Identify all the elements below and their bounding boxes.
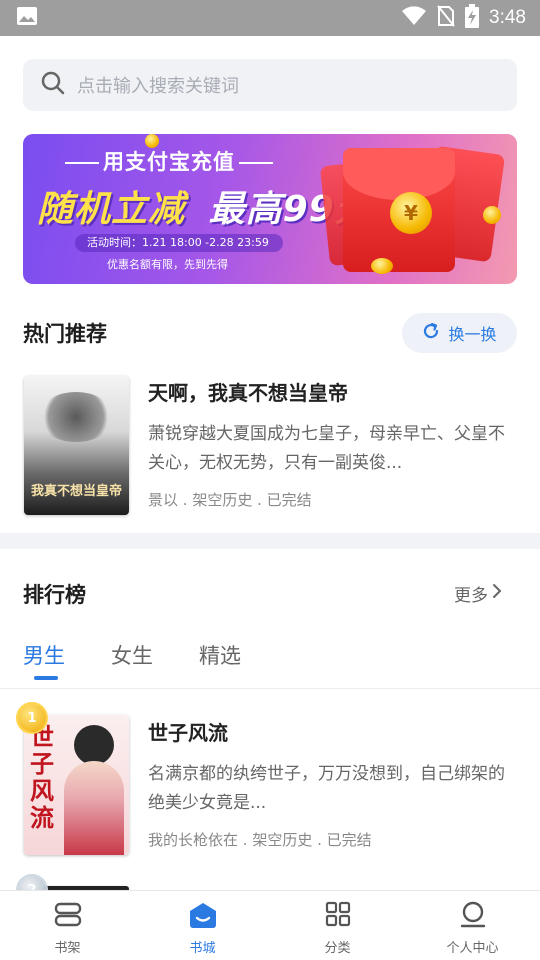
nav-bookshelf[interactable]: 书架	[0, 891, 135, 960]
banner-title-row: 用支付宝充值	[61, 146, 277, 176]
small-coin-icon	[145, 134, 159, 148]
rank-1-book-cover-title: 世子风流	[30, 722, 54, 832]
no-sim-icon	[437, 5, 455, 31]
small-coin-icon	[371, 258, 393, 274]
section-divider	[0, 533, 540, 549]
ranking-section-title: 排行榜	[23, 583, 86, 607]
hot-book-category: 架空历史	[192, 491, 253, 509]
ranking-tabs: 男生 女生 精选	[23, 640, 241, 670]
rank-1-book-meta: 我的长枪依在 . 架空历史 . 已完结	[148, 831, 372, 849]
status-bar: 3:48	[0, 0, 540, 36]
rank-1-book-desc: 名满京都的纨绔世子，万万没想到，自己绑架的绝美少女竟是...	[148, 764, 505, 813]
hot-book-title[interactable]: 天啊，我真不想当皇帝	[148, 377, 348, 406]
hot-book-cover-title: 我真不想当皇帝	[30, 484, 122, 499]
swap-button[interactable]: 换一换	[402, 313, 517, 353]
rank-1-book-title[interactable]: 世子风流	[148, 717, 228, 746]
coin-icon: ¥	[390, 192, 432, 234]
bookshelf-icon	[53, 901, 83, 933]
chevron-right-icon	[492, 583, 502, 604]
hot-book-status: 已完结	[266, 491, 312, 509]
hot-book-meta: 景以 . 架空历史 . 已完结	[148, 491, 312, 509]
nav-bookshelf-label: 书架	[54, 941, 81, 956]
rank-1-book-author: 我的长枪依在	[148, 831, 239, 849]
tab-male[interactable]: 男生	[23, 640, 65, 670]
nav-bookstore[interactable]: 书城	[135, 891, 270, 960]
banner-note: 优惠名额有限，先到先得	[107, 258, 228, 271]
hot-book-desc: 萧锐穿越大夏国成为七皇子，母亲早亡、父皇不关心，无权无势，只有一副英俊...	[148, 424, 505, 473]
hot-book-author: 景以	[148, 491, 179, 509]
hot-section-title: 热门推荐	[23, 322, 107, 346]
banner-headline-left: 随机立减	[37, 189, 186, 230]
nav-category-label: 分类	[324, 941, 351, 956]
more-link[interactable]: 更多	[454, 581, 502, 606]
nav-profile-label: 个人中心	[446, 941, 499, 956]
rank-1-book-cover[interactable]: 世子风流	[24, 715, 129, 855]
hot-book-cover[interactable]: 我真不想当皇帝	[24, 376, 129, 515]
search-icon	[41, 71, 65, 99]
rank-1-medal-icon: 1	[18, 704, 46, 732]
tab-female[interactable]: 女生	[111, 640, 153, 670]
swap-label: 换一换	[448, 325, 497, 344]
search-placeholder: 点击输入搜索关键词	[77, 76, 239, 97]
nav-category[interactable]: 分类	[270, 891, 405, 960]
wifi-icon	[401, 6, 427, 30]
small-coin-icon	[483, 206, 501, 224]
banner-title: 用支付宝充值	[103, 150, 235, 174]
gallery-icon	[16, 6, 38, 30]
banner-time: 活动时间：1.21 18:00 -2.28 23:59	[75, 234, 283, 252]
more-label: 更多	[454, 586, 488, 606]
tabs-divider	[0, 688, 540, 689]
profile-icon	[458, 901, 488, 933]
promo-banner[interactable]: 用支付宝充值 随机立减 最高99元 活动时间：1.21 18:00 -2.28 …	[23, 134, 517, 284]
category-grid-icon	[323, 901, 353, 933]
active-tab-indicator	[34, 676, 58, 680]
battery-charging-icon	[465, 4, 480, 32]
nav-bookstore-label: 书城	[189, 941, 216, 956]
bottom-nav: 书架 书城 分类 个人中心	[0, 890, 540, 960]
refresh-icon	[422, 322, 440, 344]
nav-profile[interactable]: 个人中心	[405, 891, 540, 960]
search-input[interactable]: 点击输入搜索关键词	[23, 59, 517, 111]
clock: 3:48	[489, 7, 526, 28]
bookstore-icon	[188, 901, 218, 933]
tab-featured[interactable]: 精选	[199, 640, 241, 670]
rank-1-book-category: 架空历史	[252, 831, 313, 849]
rank-1-book-status: 已完结	[326, 831, 372, 849]
